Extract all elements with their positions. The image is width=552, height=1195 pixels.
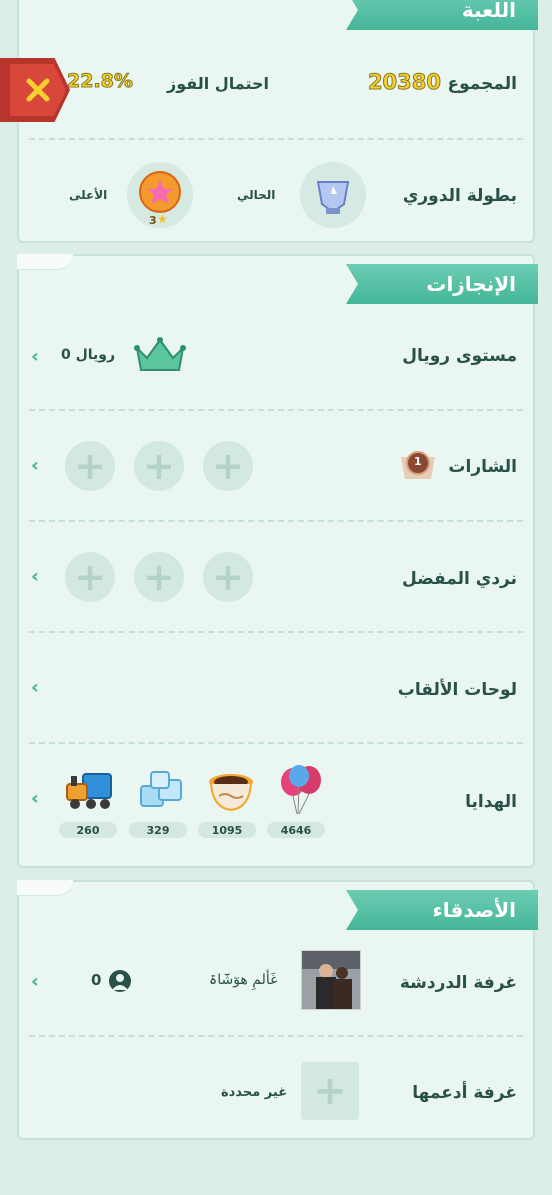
game-section-ribbon: اللعبة — [346, 0, 538, 30]
divider — [29, 1035, 523, 1037]
chat-members-count: 0 — [91, 971, 102, 989]
divider — [29, 409, 523, 411]
current-label: الحالي — [237, 188, 276, 202]
win-chance-value: 22.8% — [67, 70, 134, 93]
highest-league-badge: 3 ★ — [127, 162, 193, 228]
achievements-section-title: الإنجازات — [426, 272, 516, 296]
gifts-label: الهدايا — [465, 792, 517, 812]
card-fold — [17, 880, 73, 896]
dice-slot-3[interactable]: + — [65, 552, 115, 602]
titles-label: لوحات الألقاب — [397, 680, 517, 700]
chat-room-avatar[interactable] — [301, 950, 361, 1010]
dice-slot-1[interactable]: + — [203, 552, 253, 602]
card-fold — [17, 254, 73, 270]
royal-arrow-icon[interactable]: ‹‹ — [31, 346, 49, 368]
train-icon — [63, 764, 115, 816]
total-label: المجموع — [447, 74, 517, 94]
gift-count: 260 — [59, 822, 117, 838]
chat-arrow-icon[interactable]: ‹‹ — [31, 971, 49, 993]
game-card: اللعبة المجموع 20380 احتمال الفوز 22.8% … — [17, 0, 538, 243]
badges-label: الشارات — [448, 457, 517, 477]
divider — [29, 631, 523, 633]
star-icon: ★ — [157, 212, 168, 226]
gift-count: 329 — [129, 822, 187, 838]
badge-slot-3[interactable]: + — [65, 441, 115, 491]
friends-section-title: الأصدقاء — [432, 898, 516, 922]
league-label: بطولة الدوري — [402, 186, 517, 206]
win-chance-label: احتمال الفوز — [167, 74, 269, 93]
dice-arrow-icon[interactable]: ‹‹ — [31, 566, 49, 588]
plus-icon: + — [313, 1068, 347, 1114]
achievements-section-ribbon: الإنجازات — [346, 264, 538, 304]
support-room-label: غرفة أدعمها — [412, 1083, 517, 1103]
chat-room-label: غرفة الدردشة — [399, 973, 517, 993]
crown-icon — [133, 336, 187, 380]
highest-stars: 3 — [149, 214, 157, 227]
royal-value: رويال 0 — [61, 347, 116, 363]
balloons-icon — [275, 764, 327, 816]
close-icon — [10, 64, 66, 116]
divider — [29, 138, 523, 140]
achievements-card: الإنجازات مستوى رويال رويال 0 ‹‹ الشارات… — [17, 254, 538, 868]
dice-label: نردي المفضل — [402, 569, 517, 589]
badge-slot-2[interactable]: + — [134, 441, 184, 491]
badge-slot-1[interactable]: + — [203, 441, 253, 491]
person-icon — [109, 970, 131, 992]
dice-slot-2[interactable]: + — [134, 552, 184, 602]
game-section-title: اللعبة — [461, 0, 516, 22]
gifts-arrow-icon[interactable]: ‹‹ — [31, 788, 49, 810]
ice-cubes-icon — [135, 766, 187, 818]
friends-section-ribbon: الأصدقاء — [346, 890, 538, 930]
divider — [29, 520, 523, 522]
add-support-room-button[interactable]: + — [301, 1062, 359, 1120]
total-value: 20380 — [367, 70, 441, 95]
current-league-badge — [300, 162, 366, 228]
highest-label: الأعلى — [69, 188, 108, 202]
coffee-cup-icon — [205, 766, 257, 818]
badges-arrow-icon[interactable]: ‹‹ — [31, 455, 49, 477]
support-room-value: غير محددة — [221, 1085, 288, 1100]
friends-card: الأصدقاء غرفة الدردشة غَألمِ ھوٓشَٓاۃ 0 … — [17, 880, 538, 1140]
gift-count: 1095 — [198, 822, 256, 838]
badge-count-icon: 1 — [401, 451, 435, 479]
trophy-silver-icon — [316, 181, 350, 214]
gift-count: 4646 — [267, 822, 325, 838]
royal-label: مستوى رويال — [402, 346, 517, 366]
chat-room-name: غَألمِ ھوٓشَٓاۃ — [209, 972, 278, 988]
badge-count: 1 — [414, 455, 422, 468]
titles-arrow-icon[interactable]: ‹‹ — [31, 677, 49, 699]
divider — [29, 742, 523, 744]
